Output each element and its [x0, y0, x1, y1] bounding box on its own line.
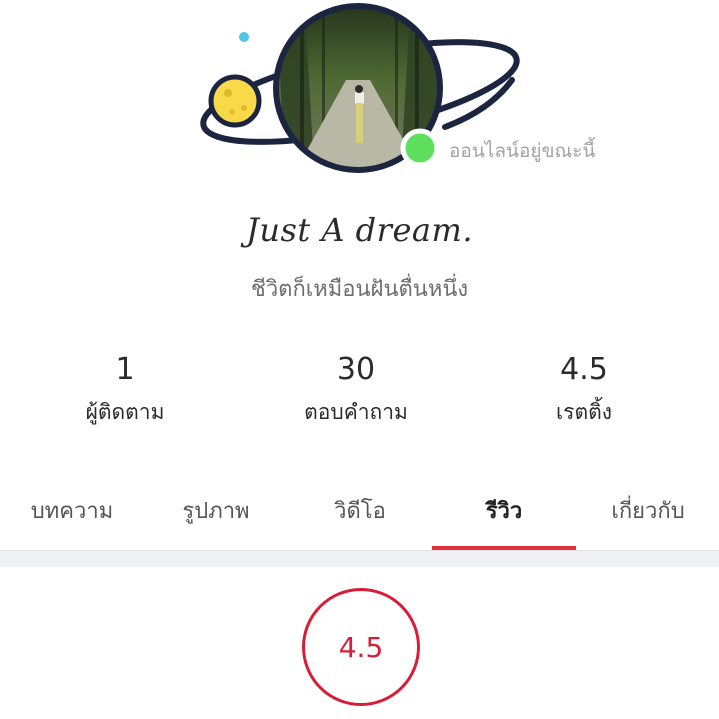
- review-rating-badge: 4.5: [302, 588, 420, 706]
- stat-value: 30: [336, 352, 376, 387]
- avatar-decoration: [200, 3, 520, 173]
- online-indicator-icon: [400, 128, 440, 168]
- online-status-text: ออนไลน์อยู่ขณะนี้: [449, 140, 596, 162]
- stat-value: 4.5: [560, 352, 608, 387]
- tab-articles[interactable]: บทความ: [0, 470, 144, 550]
- tab-photos[interactable]: รูปภาพ: [144, 470, 288, 550]
- stat-label: ผู้ติดตาม: [85, 400, 165, 424]
- star-dot-icon: [239, 32, 249, 42]
- stat-rating[interactable]: 4.5 เรตติ้ง: [484, 352, 684, 426]
- section-divider: [0, 550, 719, 567]
- profile-tabs: บทความ รูปภาพ วิดีโอ รีวิว เกี่ยวกับ: [0, 470, 719, 552]
- stat-label: ตอบคำถาม: [304, 400, 408, 424]
- profile-bio: ชีวิตก็เหมือนฝันตื่นหนึ่ง: [250, 277, 469, 302]
- profile-header: ออนไลน์อยู่ขณะนี้: [0, 0, 719, 200]
- planet-icon: [208, 74, 262, 128]
- stat-value: 1: [115, 352, 135, 387]
- tab-reviews[interactable]: รีวิว: [432, 470, 576, 550]
- stat-followers[interactable]: 1 ผู้ติดตาม: [25, 352, 225, 426]
- profile-name: Just A dream.: [246, 211, 473, 249]
- stat-answers[interactable]: 30 ตอบคำถาม: [256, 352, 456, 426]
- tab-about[interactable]: เกี่ยวกับ: [576, 470, 719, 550]
- stat-label: เรตติ้ง: [556, 400, 612, 424]
- tab-videos[interactable]: วิดีโอ: [288, 470, 432, 550]
